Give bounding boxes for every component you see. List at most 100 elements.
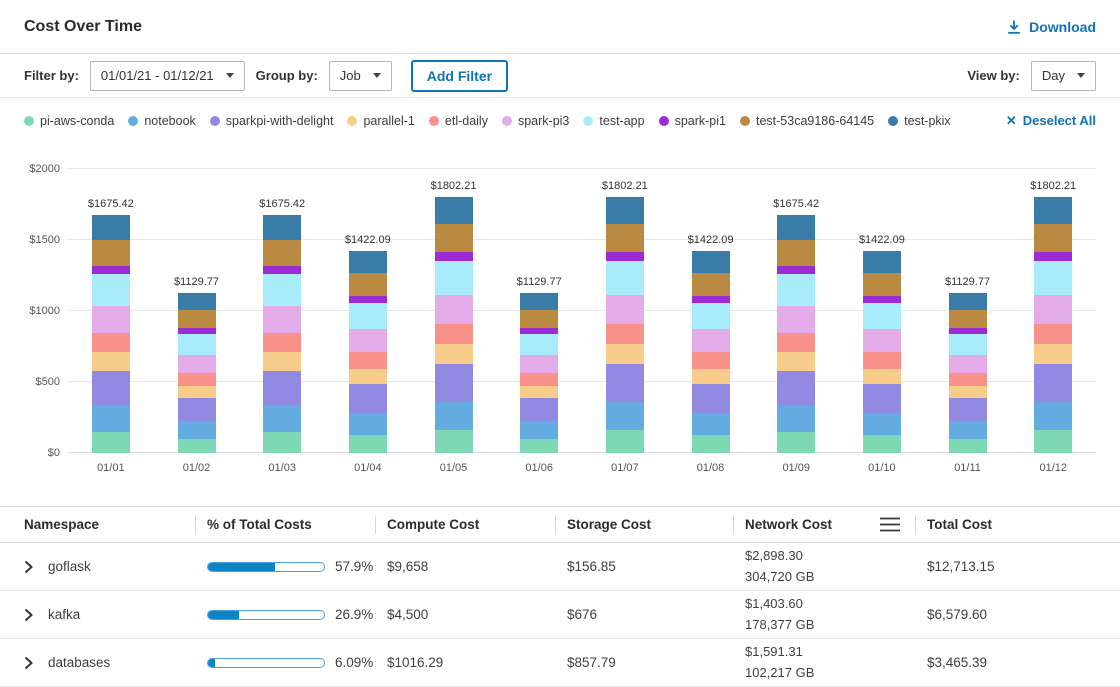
bar-segment-notebook[interactable]: [692, 413, 730, 435]
stacked-bar-01/03[interactable]: [263, 215, 301, 453]
bar-segment-sparkpi-with-delight[interactable]: [263, 371, 301, 406]
bar-segment-test-app[interactable]: [692, 303, 730, 330]
stacked-bar-01/09[interactable]: [777, 215, 815, 453]
bar-segment-etl-daily[interactable]: [1034, 324, 1072, 345]
bar-segment-spark-pi1[interactable]: [263, 266, 301, 274]
bar-segment-test-53ca9186-64145[interactable]: [435, 224, 473, 252]
bar-segment-pi-aws-conda[interactable]: [349, 435, 387, 453]
bar-segment-spark-pi1[interactable]: [92, 266, 130, 274]
stacked-bar-01/01[interactable]: [92, 215, 130, 453]
expand-chevron-icon[interactable]: [24, 560, 33, 574]
bar-segment-etl-daily[interactable]: [606, 324, 644, 345]
bar-segment-etl-daily[interactable]: [777, 333, 815, 352]
col-percent-total-costs[interactable]: % of Total Costs: [195, 507, 375, 542]
col-compute-cost[interactable]: Compute Cost: [375, 507, 555, 542]
bar-segment-sparkpi-with-delight[interactable]: [349, 384, 387, 413]
expand-chevron-icon[interactable]: [24, 608, 33, 622]
bar-segment-notebook[interactable]: [863, 413, 901, 435]
bar-segment-notebook[interactable]: [263, 405, 301, 431]
bar-segment-etl-daily[interactable]: [178, 373, 216, 386]
download-button[interactable]: Download: [1006, 19, 1096, 35]
bar-segment-test-pkix[interactable]: [349, 251, 387, 273]
bar-segment-test-53ca9186-64145[interactable]: [92, 240, 130, 266]
bar-segment-test-app[interactable]: [863, 303, 901, 330]
bar-segment-parallel-1[interactable]: [606, 344, 644, 364]
bar-segment-etl-daily[interactable]: [349, 352, 387, 368]
bar-segment-test-53ca9186-64145[interactable]: [606, 224, 644, 252]
namespace-cell[interactable]: goflask: [24, 559, 195, 574]
bar-segment-test-app[interactable]: [520, 334, 558, 355]
bar-segment-parallel-1[interactable]: [692, 369, 730, 385]
bar-segment-pi-aws-conda[interactable]: [520, 439, 558, 453]
bar-segment-test-pkix[interactable]: [692, 251, 730, 273]
legend-item-parallel-1[interactable]: parallel-1: [347, 114, 414, 128]
bar-segment-sparkpi-with-delight[interactable]: [606, 364, 644, 402]
bar-segment-test-pkix[interactable]: [1034, 197, 1072, 224]
bar-segment-test-53ca9186-64145[interactable]: [692, 273, 730, 296]
col-total-cost[interactable]: Total Cost: [915, 507, 1096, 542]
bar-segment-notebook[interactable]: [349, 413, 387, 435]
bar-segment-sparkpi-with-delight[interactable]: [777, 371, 815, 406]
bar-segment-test-app[interactable]: [349, 303, 387, 330]
bar-segment-test-app[interactable]: [949, 334, 987, 355]
bar-segment-test-53ca9186-64145[interactable]: [263, 240, 301, 266]
legend-item-spark-pi3[interactable]: spark-pi3: [502, 114, 569, 128]
bar-segment-etl-daily[interactable]: [263, 333, 301, 352]
bar-segment-spark-pi3[interactable]: [1034, 295, 1072, 324]
bar-segment-test-pkix[interactable]: [92, 215, 130, 240]
bar-segment-pi-aws-conda[interactable]: [263, 432, 301, 453]
bar-segment-pi-aws-conda[interactable]: [606, 430, 644, 453]
stacked-bar-01/06[interactable]: [520, 293, 558, 453]
bar-segment-notebook[interactable]: [178, 421, 216, 439]
bar-segment-pi-aws-conda[interactable]: [435, 430, 473, 453]
bar-segment-spark-pi3[interactable]: [92, 306, 130, 333]
bar-segment-test-53ca9186-64145[interactable]: [1034, 224, 1072, 252]
bar-segment-parallel-1[interactable]: [178, 386, 216, 398]
bar-segment-spark-pi3[interactable]: [520, 355, 558, 373]
col-namespace[interactable]: Namespace: [24, 507, 195, 542]
bar-segment-test-app[interactable]: [263, 274, 301, 306]
legend-item-pi-aws-conda[interactable]: pi-aws-conda: [24, 114, 114, 128]
bar-segment-parallel-1[interactable]: [949, 386, 987, 398]
bar-segment-spark-pi1[interactable]: [435, 252, 473, 261]
group-by-select[interactable]: Job: [329, 61, 392, 91]
namespace-cell[interactable]: kafka: [24, 607, 195, 622]
legend-item-spark-pi1[interactable]: spark-pi1: [659, 114, 726, 128]
bar-segment-test-pkix[interactable]: [606, 197, 644, 224]
bar-segment-spark-pi3[interactable]: [949, 355, 987, 373]
bar-segment-sparkpi-with-delight[interactable]: [178, 398, 216, 421]
bar-segment-spark-pi3[interactable]: [263, 306, 301, 333]
bar-segment-etl-daily[interactable]: [92, 333, 130, 352]
deselect-all-button[interactable]: ✕ Deselect All: [1006, 113, 1096, 129]
bar-segment-test-53ca9186-64145[interactable]: [949, 310, 987, 328]
bar-segment-etl-daily[interactable]: [692, 352, 730, 368]
bar-segment-spark-pi1[interactable]: [863, 296, 901, 303]
bar-segment-spark-pi3[interactable]: [863, 329, 901, 352]
stacked-bar-01/04[interactable]: [349, 251, 387, 453]
bar-segment-test-app[interactable]: [1034, 261, 1072, 295]
bar-segment-pi-aws-conda[interactable]: [863, 435, 901, 453]
stacked-bar-01/05[interactable]: [435, 197, 473, 453]
bar-segment-spark-pi3[interactable]: [692, 329, 730, 352]
bar-segment-test-53ca9186-64145[interactable]: [178, 310, 216, 328]
bar-segment-test-app[interactable]: [178, 334, 216, 355]
bar-segment-parallel-1[interactable]: [92, 352, 130, 370]
bar-segment-notebook[interactable]: [1034, 402, 1072, 430]
bar-segment-sparkpi-with-delight[interactable]: [435, 364, 473, 402]
legend-item-test-pkix[interactable]: test-pkix: [888, 114, 951, 128]
add-filter-button[interactable]: Add Filter: [411, 60, 508, 92]
bar-segment-test-53ca9186-64145[interactable]: [349, 273, 387, 296]
bar-segment-etl-daily[interactable]: [949, 373, 987, 386]
bar-segment-sparkpi-with-delight[interactable]: [863, 384, 901, 413]
bar-segment-notebook[interactable]: [949, 421, 987, 439]
bar-segment-notebook[interactable]: [606, 402, 644, 430]
bar-segment-test-app[interactable]: [435, 261, 473, 295]
bar-segment-pi-aws-conda[interactable]: [1034, 430, 1072, 453]
bar-segment-notebook[interactable]: [777, 405, 815, 431]
bar-segment-etl-daily[interactable]: [863, 352, 901, 368]
bar-segment-sparkpi-with-delight[interactable]: [1034, 364, 1072, 402]
bar-segment-sparkpi-with-delight[interactable]: [520, 398, 558, 421]
bar-segment-pi-aws-conda[interactable]: [949, 439, 987, 453]
bar-segment-pi-aws-conda[interactable]: [777, 432, 815, 453]
bar-segment-spark-pi1[interactable]: [777, 266, 815, 274]
